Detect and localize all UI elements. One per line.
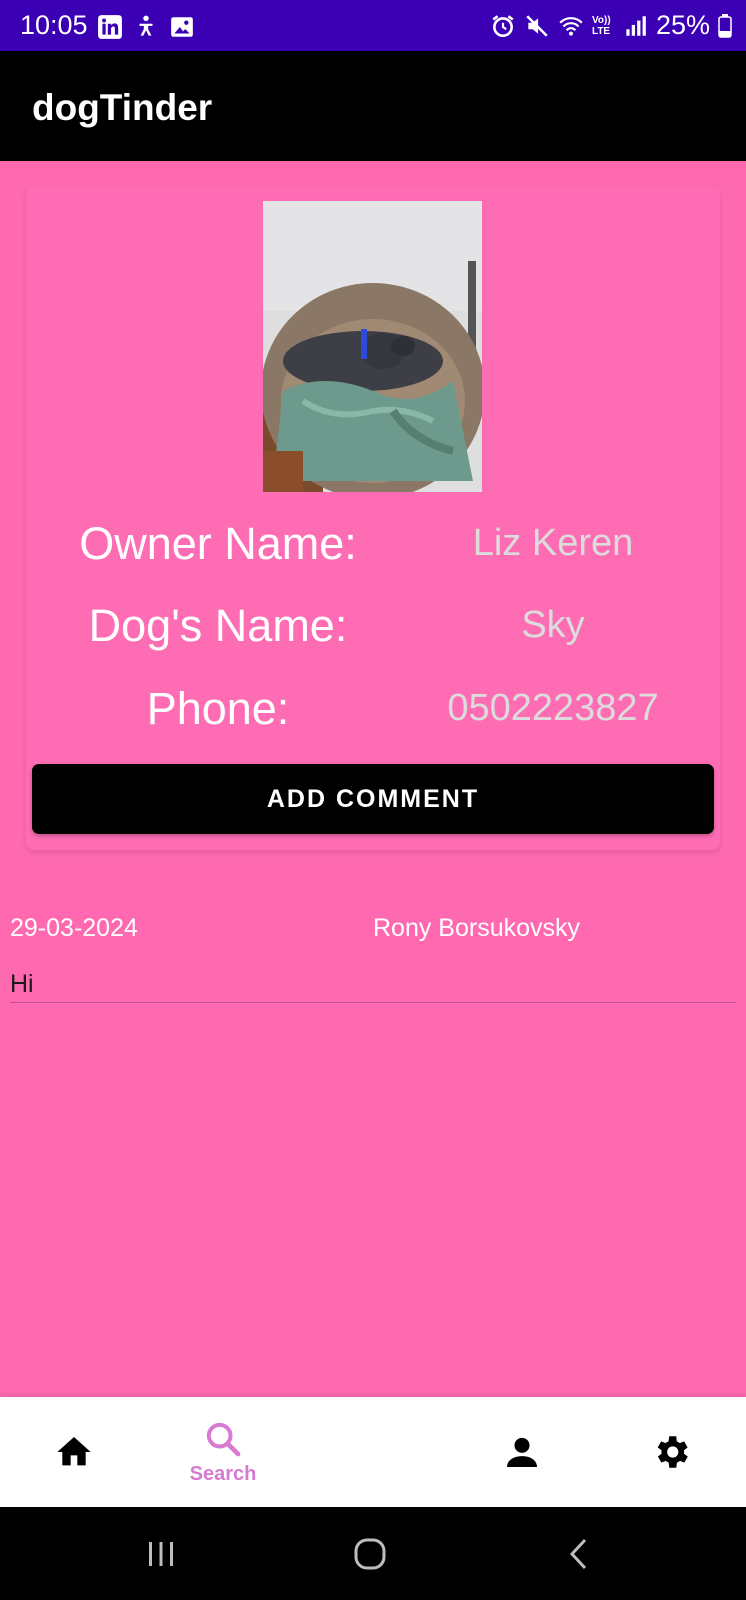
- phone-row: Phone: 0502223827: [26, 683, 720, 743]
- search-icon: [206, 1422, 241, 1456]
- back-icon: [569, 1538, 587, 1569]
- battery-percent: 25%: [655, 10, 710, 40]
- dog-name-row: Dog's Name: Sky: [26, 600, 720, 660]
- home-icon: [57, 1437, 91, 1466]
- home-button[interactable]: [325, 1507, 415, 1600]
- linkedin-icon: [98, 15, 122, 39]
- accessibility-icon: [139, 15, 153, 36]
- comment-date: 29-03-2024: [10, 914, 138, 942]
- dog-name-label: Dog's Name:: [88, 600, 348, 651]
- status-bar: 10:05 Vo)) LTE 25%: [0, 0, 746, 51]
- app-title: dogTinder: [32, 87, 213, 128]
- nav-home[interactable]: [14, 1397, 134, 1507]
- recents-icon: [149, 1541, 173, 1566]
- bottom-nav: Search: [0, 1397, 746, 1507]
- back-button[interactable]: [535, 1507, 625, 1600]
- status-time: 10:05: [20, 10, 88, 40]
- comment-divider: [10, 1002, 736, 1003]
- comment-text: Hi: [10, 970, 34, 998]
- nav-settings[interactable]: [611, 1397, 731, 1507]
- dog-card: Owner Name: Liz Keren Dog's Name: Sky Ph…: [26, 186, 720, 850]
- home-circle-icon: [354, 1538, 386, 1569]
- dog-name-value: Sky: [521, 604, 585, 646]
- mute-icon: [526, 14, 548, 37]
- owner-row: Owner Name: Liz Keren: [26, 518, 720, 578]
- nav-profile[interactable]: [462, 1397, 582, 1507]
- recents-button[interactable]: [116, 1507, 206, 1600]
- person-icon: [507, 1437, 537, 1467]
- battery-icon: [718, 13, 732, 38]
- gear-icon: [657, 1436, 688, 1468]
- nav-search[interactable]: Search: [163, 1397, 283, 1507]
- owner-value: Liz Keren: [472, 522, 634, 564]
- nav-search-label: Search: [189, 1462, 257, 1485]
- signal-icon: [626, 15, 646, 36]
- wifi-icon: [559, 16, 583, 36]
- owner-label: Owner Name:: [79, 518, 357, 569]
- add-comment-button[interactable]: ADD COMMENT: [32, 764, 714, 834]
- system-nav: [0, 1507, 746, 1600]
- app-bar: dogTinder: [0, 51, 746, 161]
- alarm-icon: [492, 14, 514, 37]
- dog-photo: [263, 201, 482, 492]
- phone-value: 0502223827: [447, 687, 659, 729]
- phone-label: Phone:: [146, 683, 290, 734]
- image-icon: [171, 17, 193, 37]
- volte-icon: Vo)) LTE: [591, 14, 611, 37]
- comment-author: Rony Borsukovsky: [373, 914, 581, 942]
